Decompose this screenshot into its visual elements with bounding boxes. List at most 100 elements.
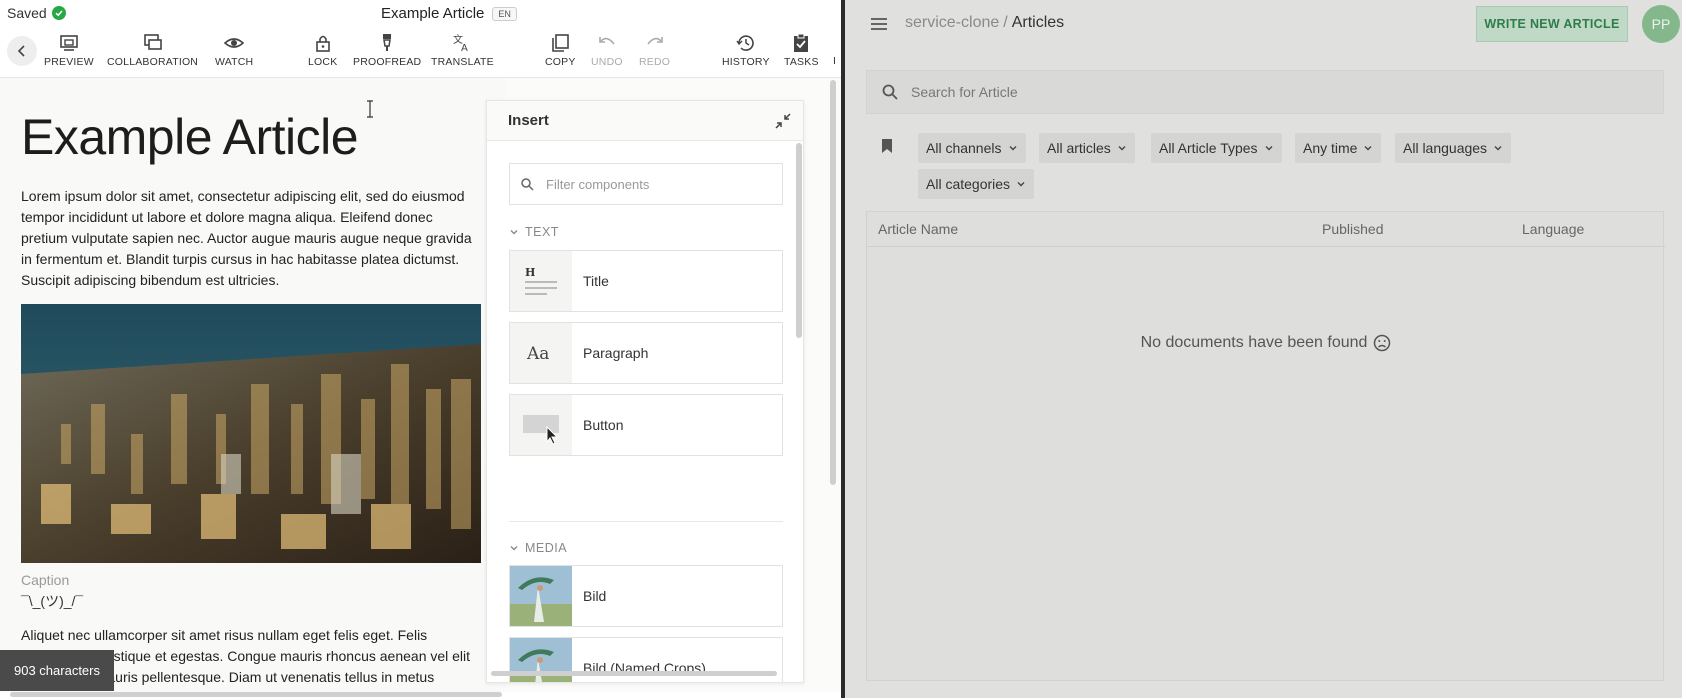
lock-button[interactable]: LOCK: [308, 32, 337, 68]
chevron-down-icon: [1118, 146, 1126, 151]
lock-icon: [315, 35, 330, 52]
svg-text:A: A: [461, 43, 468, 54]
insert-panel-header: Insert: [487, 101, 803, 141]
filter-label: All articles: [1047, 140, 1111, 156]
language-badge[interactable]: EN: [492, 6, 517, 21]
section-toggle-media[interactable]: MEDIA: [509, 541, 567, 555]
breadcrumb-project[interactable]: service-clone: [905, 14, 999, 32]
filter-articles[interactable]: All articles: [1039, 133, 1135, 163]
copy-button[interactable]: COPY: [545, 32, 576, 68]
image-caption[interactable]: Caption: [21, 572, 69, 588]
article-body: Example Article Lorem ipsum dolor sit am…: [0, 78, 505, 692]
filter-languages[interactable]: All languages: [1395, 133, 1512, 163]
article-image[interactable]: [21, 304, 481, 563]
component-bild[interactable]: Bild: [509, 565, 783, 627]
insert-panel-body: TEXT H Title Aa Paragraph: [487, 141, 803, 682]
document-canvas: Example Article Lorem ipsum dolor sit am…: [0, 78, 841, 692]
menu-icon[interactable]: [869, 14, 889, 39]
search-icon: [521, 178, 534, 191]
section-divider: [509, 521, 783, 522]
undo-button[interactable]: UNDO: [591, 32, 623, 68]
component-label: Bild: [583, 588, 607, 604]
chevron-down-icon: [1494, 146, 1502, 151]
section-label-text: MEDIA: [525, 541, 568, 555]
tasks-button[interactable]: TASKS: [784, 32, 819, 68]
history-button[interactable]: HISTORY: [722, 32, 770, 68]
history-label: HISTORY: [722, 56, 770, 68]
undo-label: UNDO: [591, 56, 623, 68]
city-skyline-image: [21, 304, 481, 563]
bookmark-icon[interactable]: [881, 138, 893, 159]
back-button[interactable]: [7, 36, 37, 66]
redo-icon: [646, 37, 663, 45]
filter-article-types[interactable]: All Article Types: [1151, 133, 1282, 163]
chevron-down-icon: [1009, 146, 1016, 151]
lock-label: LOCK: [308, 56, 338, 68]
translate-button[interactable]: 文A TRANSLATE: [431, 32, 494, 68]
filter-components-field[interactable]: [509, 163, 783, 205]
collaboration-button[interactable]: COLLABORATION: [107, 32, 198, 68]
preview-button[interactable]: PREVIEW: [44, 32, 94, 68]
search-icon: [882, 84, 898, 100]
text-cursor-icon: [366, 100, 374, 123]
redo-button[interactable]: REDO: [639, 32, 670, 68]
filter-components-input[interactable]: [546, 176, 766, 192]
preview-label: PREVIEW: [44, 56, 94, 68]
proofread-button[interactable]: PROOFREAD: [353, 32, 421, 68]
article-editor: Saved Example Article EN PREVIEW COLLABO…: [0, 0, 841, 698]
insert-panel-scrollbar[interactable]: [796, 143, 802, 338]
section-toggle-text[interactable]: TEXT: [509, 225, 559, 239]
chevron-left-icon: [17, 45, 25, 57]
filter-channels[interactable]: All channels: [918, 133, 1026, 163]
painting-thumbnail-icon: [510, 638, 572, 682]
column-article-name[interactable]: Article Name: [878, 221, 958, 237]
column-language[interactable]: Language: [1522, 221, 1584, 237]
component-paragraph[interactable]: Aa Paragraph: [509, 322, 783, 384]
image-credit[interactable]: ¯\_(ツ)_/¯: [21, 591, 83, 611]
copy-label: COPY: [545, 56, 576, 68]
breadcrumb-current: Articles: [1011, 14, 1065, 31]
article-title[interactable]: Example Article: [21, 108, 359, 166]
info-button[interactable]: I: [833, 42, 836, 67]
component-label: Paragraph: [583, 345, 649, 361]
sad-face-icon: [1374, 334, 1391, 352]
collapse-icon[interactable]: [774, 112, 792, 135]
svg-text:Aa: Aa: [526, 344, 549, 364]
component-label: Button: [583, 417, 624, 433]
tasks-label: TASKS: [784, 56, 819, 68]
component-button[interactable]: Button: [509, 394, 783, 456]
filter-categories[interactable]: All categories: [918, 169, 1035, 199]
watch-label: WATCH: [215, 56, 254, 68]
painting-thumbnail-icon: [510, 566, 572, 626]
column-published[interactable]: Published: [1322, 221, 1384, 237]
filter-time[interactable]: Any time: [1295, 133, 1382, 163]
history-icon: [736, 35, 754, 51]
article-paragraph[interactable]: Lorem ipsum dolor sit amet, consectetur …: [21, 186, 476, 291]
paragraph-component-icon: Aa: [510, 323, 572, 383]
component-title[interactable]: H Title: [509, 250, 783, 312]
watch-button[interactable]: WATCH: [215, 32, 253, 68]
proofread-icon: [383, 34, 392, 51]
avatar[interactable]: PP: [1642, 5, 1680, 43]
character-count: 903 characters: [0, 650, 114, 691]
eye-icon: [223, 38, 245, 48]
check-circle-icon: [51, 6, 66, 20]
collaboration-label: COLLABORATION: [107, 56, 199, 68]
list-header: service-clone / Articles WRITE NEW ARTIC…: [845, 0, 1682, 48]
insert-panel-hscrollbar[interactable]: [491, 671, 777, 676]
chevron-down-icon: [1265, 146, 1273, 151]
save-status-label: Saved: [7, 5, 47, 21]
editor-vertical-scrollbar[interactable]: [830, 80, 836, 485]
undo-icon: [599, 37, 615, 45]
section-label-text: TEXT: [525, 225, 559, 239]
insert-panel: Insert TEXT H Title: [486, 100, 804, 683]
article-search-input[interactable]: [911, 84, 1511, 100]
filter-label: All Article Types: [1159, 140, 1258, 156]
write-new-article-button[interactable]: WRITE NEW ARTICLE: [1476, 6, 1628, 42]
component-bild-named-crops[interactable]: Bild (Named Crops): [509, 637, 783, 682]
chevron-down-icon: [510, 546, 518, 551]
editor-horizontal-scrollbar[interactable]: [10, 692, 502, 697]
table-header: Article Name Published Language: [867, 212, 1665, 247]
proofread-label: PROOFREAD: [353, 56, 422, 68]
article-search-field[interactable]: [866, 70, 1664, 114]
